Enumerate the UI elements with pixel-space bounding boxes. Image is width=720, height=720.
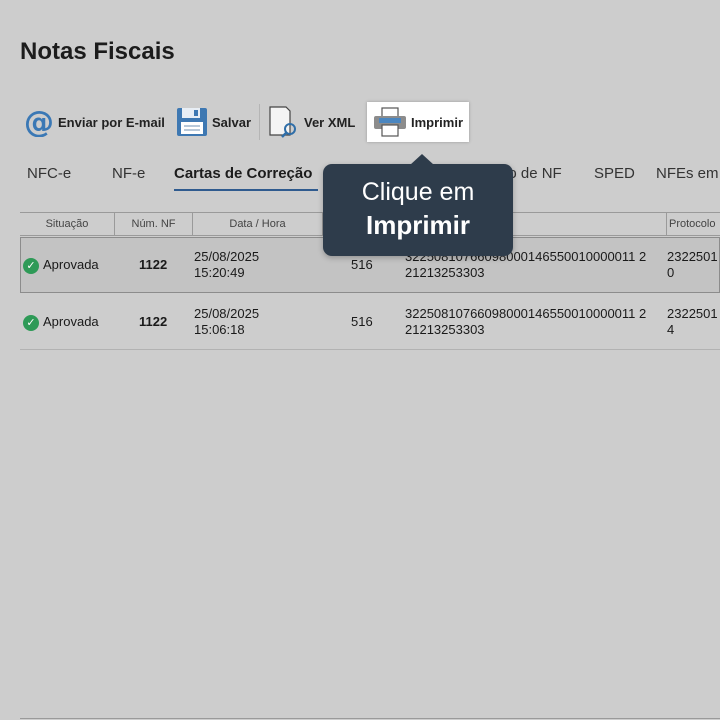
key-line-1: 32250810766098000146550010000011 2 (405, 306, 647, 321)
table-row[interactable]: ✓ Aprovada 1122 25/08/2025 15:06:18 516 3… (20, 293, 720, 350)
send-email-label: Enviar por E-mail (58, 114, 165, 130)
tutorial-tooltip: Clique em Imprimir (323, 154, 513, 256)
check-circle-icon: ✓ (23, 314, 39, 331)
column-header-situacao[interactable]: Situação (20, 213, 114, 235)
column-header-protocolo[interactable]: Protocolo (666, 213, 720, 235)
save-label: Salvar (212, 114, 252, 130)
protocol-line-2: 4 (667, 322, 675, 337)
check-circle-icon: ✓ (23, 257, 39, 274)
print-label: Imprimir (411, 114, 464, 130)
status-text: Aprovada (43, 257, 99, 272)
tab-nfce[interactable]: NFC-e (27, 165, 71, 182)
email-at-icon: @ (24, 107, 54, 137)
protocol-cell: 2322501 0 (667, 249, 718, 281)
key-cell: 32250810766098000146550010000011 2 21213… (405, 306, 646, 338)
send-email-button[interactable]: @ Enviar por E-mail (24, 102, 165, 142)
column-header-data-hora[interactable]: Data / Hora (192, 213, 322, 235)
tab-sped[interactable]: SPED (594, 165, 635, 182)
view-xml-button[interactable]: Ver XML (268, 102, 355, 142)
view-xml-label: Ver XML (304, 114, 356, 130)
number-cell: 1122 (139, 257, 168, 272)
date-cell: 25/08/2025 15:06:18 (194, 306, 259, 338)
svg-text:@: @ (24, 107, 54, 137)
toolbar: @ Enviar por E-mail Salvar Ver XML Impri… (20, 102, 720, 142)
tab-nfes-em[interactable]: NFEs em (656, 165, 719, 182)
tab-cartas-de-correcao[interactable]: Cartas de Correção (174, 165, 312, 182)
sequence-cell: 516 (351, 314, 373, 329)
tooltip-line-1: Clique em (361, 178, 475, 206)
protocol-line-2: 0 (667, 265, 675, 280)
document-search-icon (268, 105, 300, 139)
date-cell: 25/08/2025 15:20:49 (194, 249, 259, 281)
protocol-cell: 2322501 4 (667, 306, 718, 338)
date-text: 25/08/2025 (194, 249, 260, 264)
sequence-cell: 516 (351, 257, 373, 272)
active-tab-indicator (174, 189, 318, 191)
tab-nfe[interactable]: NF-e (112, 165, 145, 182)
print-button[interactable]: Imprimir (367, 102, 470, 142)
bottom-divider (20, 718, 720, 719)
status-cell: ✓ Aprovada (23, 257, 99, 274)
protocol-line-1: 2322501 (667, 249, 718, 264)
time-text: 15:20:49 (194, 265, 245, 280)
printer-icon (373, 107, 407, 137)
time-text: 15:06:18 (194, 322, 245, 337)
status-text: Aprovada (43, 314, 99, 329)
protocol-line-1: 2322501 (667, 306, 718, 321)
status-cell: ✓ Aprovada (23, 314, 99, 331)
key-line-2: 21213253303 (405, 322, 485, 337)
key-line-2: 21213253303 (405, 265, 485, 280)
tooltip-line-2: Imprimir (365, 210, 471, 240)
column-header-num-nf[interactable]: Núm. NF (114, 213, 192, 235)
date-text: 25/08/2025 (194, 306, 260, 321)
save-button[interactable]: Salvar (176, 102, 251, 142)
number-cell: 1122 (139, 314, 168, 329)
page-title: Notas Fiscais (20, 38, 175, 65)
floppy-disk-icon (176, 106, 208, 138)
toolbar-divider (259, 104, 260, 140)
